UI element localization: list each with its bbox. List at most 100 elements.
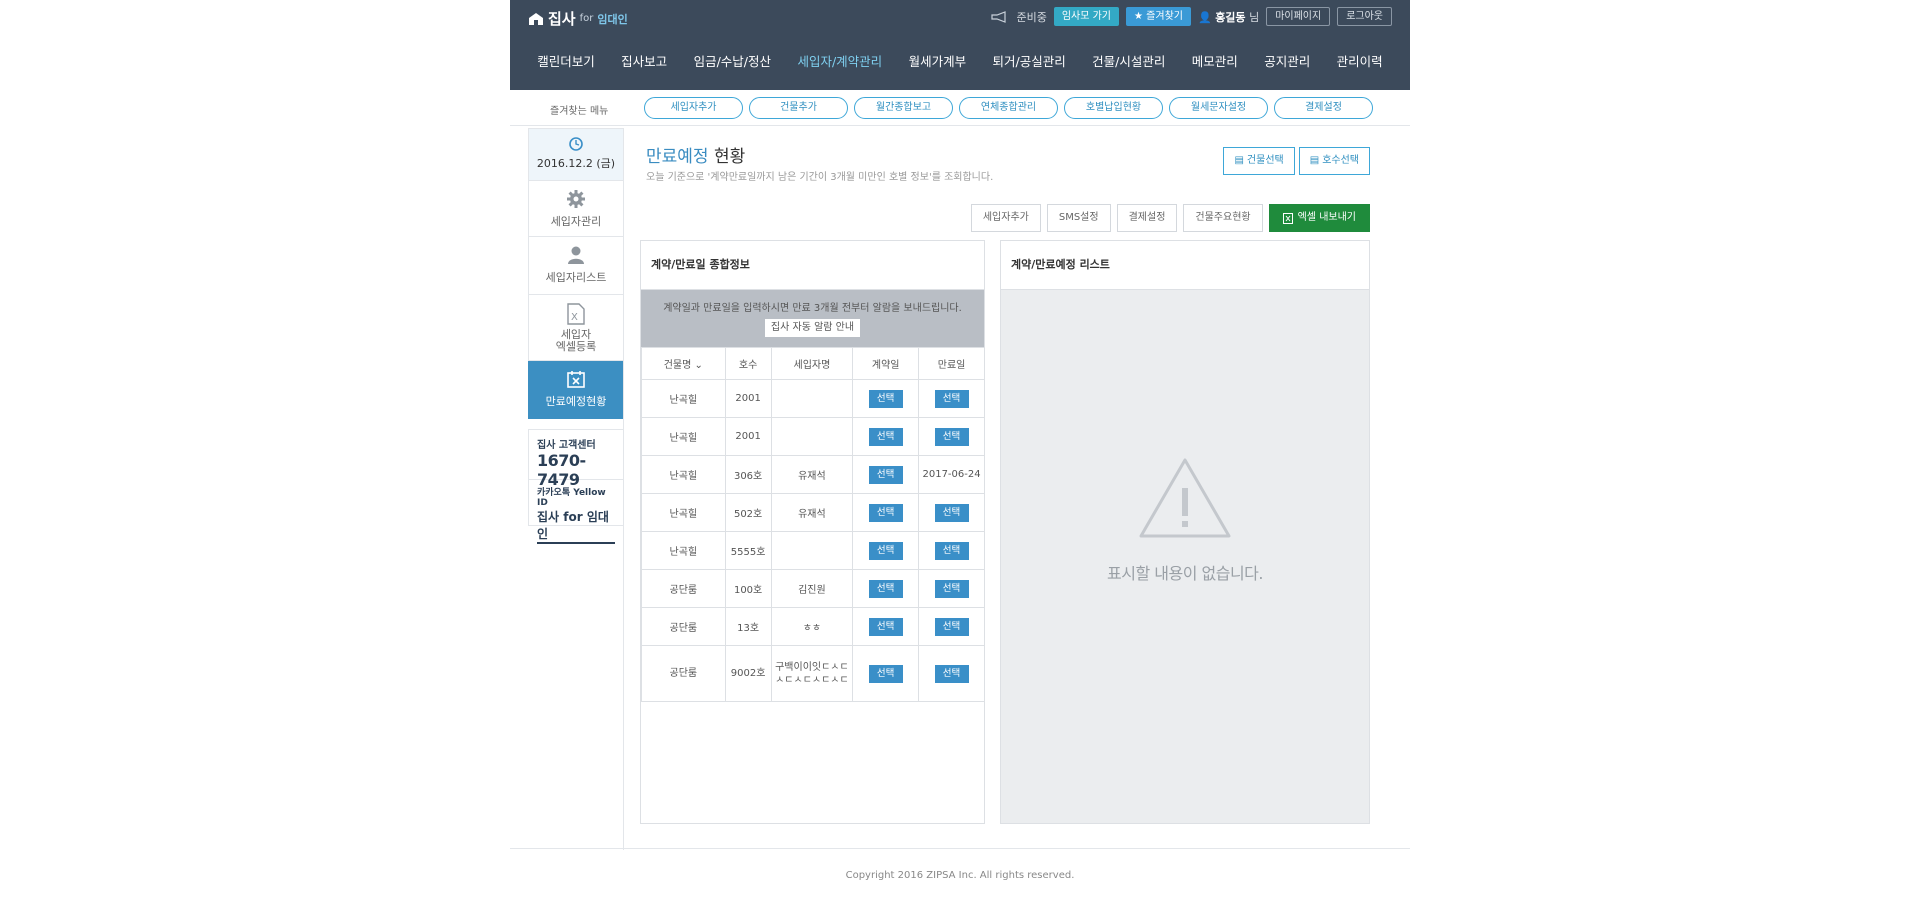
clock-icon [569,137,583,151]
expire-select-button[interactable]: 선택 [934,503,969,522]
cell-expire-date[interactable]: 2017-06-24 [918,455,985,494]
cell-tenant [770,379,854,418]
fav-add-building[interactable]: 건물추가 [749,97,848,119]
nav-building[interactable]: 건물/시설관리 [1092,48,1165,76]
fav-sms-settings[interactable]: 월세문자설정 [1169,97,1268,119]
excel-icon [1282,212,1293,224]
alarm-notice: 계약일과 만료일을 입력하시면 만료 3개월 전부터 알람을 보내드립니다. 집… [641,290,984,347]
empty-state: 표시할 내용이 없습니다. [1001,290,1369,823]
logo[interactable]: 집사 for 임대인 [528,8,628,29]
status-text: 준비중 [1016,10,1047,24]
favorites-bar: 즐겨찾는 메뉴 세입자추가 건물추가 월간종합보고 연체종합관리 호별납입현황 … [510,90,1410,126]
contract-select-button[interactable]: 선택 [868,617,903,636]
nav-history[interactable]: 관리이력 [1337,48,1383,76]
top-bar: 집사 for 임대인 준비중 임사모 가기 ★ 즐겨찾기 👤 홍길동 님 마이페… [510,0,1410,90]
fav-payment-status[interactable]: 호별납입현황 [1064,97,1163,119]
sidebar-item-tenant-list[interactable]: 세입자리스트 [528,237,624,295]
mypage-button[interactable]: 마이페이지 [1266,7,1331,26]
expire-select-button[interactable]: 선택 [934,541,969,560]
billing-settings-button[interactable]: 결제설정 [1116,204,1178,232]
favorite-button[interactable]: ★ 즐겨찾기 [1126,7,1191,26]
expire-select-button[interactable]: 선택 [934,664,969,683]
contract-select-button[interactable]: 선택 [868,427,903,446]
cell-expire: 선택 [918,417,985,456]
cell-building: 난곡힐 [641,493,726,532]
user-icon [568,246,584,264]
kakao-banner[interactable]: 카카오톡 Yellow ID 집사 for 임대인 [529,480,623,544]
fav-monthly-report[interactable]: 월간종합보고 [854,97,953,119]
expiry-list-panel: 계약/만료예정 리스트 표시할 내용이 없습니다. [1000,240,1370,824]
fav-overdue[interactable]: 연체종합관리 [959,97,1058,119]
table-header-row: 건물명 ⌄ 호수 세입자명 계약일 만료일 [641,347,985,380]
contract-select-button[interactable]: 선택 [868,579,903,598]
sidebar-item-excel-register[interactable]: X 세입자 엑셀등록 [528,295,624,361]
gear-icon [567,190,585,208]
sidebar-item-label: 세입자관리 [550,215,602,228]
contract-summary-panel: 계약/만료일 종합정보 계약일과 만료일을 입력하시면 만료 3개월 전부터 알… [640,240,985,824]
alarm-guide-button[interactable]: 집사 자동 알람 안내 [764,319,861,337]
table-row: 난곡힐 306호 유재석 선택 2017-06-24 [641,455,985,494]
page-title: 만료예정 현황 [646,142,745,167]
nav-report[interactable]: 집사보고 [621,48,667,76]
cell-building: 난곡힐 [641,417,726,456]
expire-select-button[interactable]: 선택 [934,389,969,408]
nav-ledger[interactable]: 월세가계부 [909,48,967,76]
contract-select-button[interactable]: 선택 [868,465,903,484]
main-content: 만료예정 현황 오늘 기준으로 '계약만료일까지 남은 기간이 3개월 미만인 … [623,128,1410,850]
nav-tenant-contract[interactable]: 세입자/계약관리 [797,48,882,76]
expire-select-button[interactable]: 선택 [934,427,969,446]
nav-vacancy[interactable]: 퇴거/공실관리 [993,48,1066,76]
goto-community-button[interactable]: 임사모 가기 [1053,7,1120,26]
contract-select-button[interactable]: 선택 [868,541,903,560]
user-icon: 👤 [1197,10,1212,24]
building-select-button[interactable]: ▤ 건물선택 [1223,147,1295,175]
nav-memo[interactable]: 메모관리 [1192,48,1238,76]
column-header-room: 호수 [724,347,772,380]
panel-title: 계약/만료일 종합정보 [641,241,984,290]
room-select-label: 호수선택 [1322,155,1359,166]
customer-center-banner[interactable]: 집사 고객센터 1670-7479 [529,430,623,489]
nav-calendar[interactable]: 캘린더보기 [537,48,595,76]
column-header-building[interactable]: 건물명 ⌄ [641,347,726,380]
sms-settings-button[interactable]: SMS설정 [1046,204,1111,232]
logo-main-text: 집사 [548,10,576,28]
expire-select-button[interactable]: 선택 [934,579,969,598]
nav-payment[interactable]: 임금/수납/정산 [694,48,771,76]
cell-room: 100호 [724,569,772,608]
kakao-name: 집사 for 임대인 [537,508,615,544]
cell-tenant: 유재석 [770,493,854,532]
cell-room: 502호 [724,493,772,532]
cell-room: 306호 [724,455,772,494]
add-tenant-button[interactable]: 세입자추가 [970,204,1041,232]
room-select-button[interactable]: ▤ 호수선택 [1298,147,1370,175]
cell-contract: 선택 [852,531,920,570]
page-subtitle: 오늘 기준으로 '계약만료일까지 남은 기간이 3개월 미만인 호별 정보'를 … [646,172,994,183]
excel-export-label: 엑셀 내보내기 [1297,212,1356,223]
excel-export-button[interactable]: 엑셀 내보내기 [1268,204,1370,232]
building-status-button[interactable]: 건물주요현황 [1183,204,1263,232]
svg-text:X: X [571,312,578,323]
cell-contract: 선택 [852,379,920,418]
cell-contract: 선택 [852,607,920,646]
sidebar-item-tenant-manage[interactable]: 세입자관리 [528,181,624,237]
utility-bar: 준비중 임사모 가기 ★ 즐겨찾기 👤 홍길동 님 마이페이지 로그아웃 [991,7,1392,26]
cell-contract: 선택 [852,569,920,608]
action-buttons: 세입자추가 SMS설정 결제설정 건물주요현황 엑셀 내보내기 [970,204,1370,232]
cell-contract: 선택 [852,455,920,494]
fav-add-tenant[interactable]: 세입자추가 [644,97,743,119]
sidebar-item-expiry-status[interactable]: 만료예정현황 [528,361,624,419]
logout-button[interactable]: 로그아웃 [1337,7,1392,26]
chevron-down-icon: ⌄ [694,360,703,371]
expire-select-button[interactable]: 선택 [934,617,969,636]
cell-room: 2001 [724,417,772,456]
cell-building: 공단룸 [641,607,726,646]
page-title-rest: 현황 [713,147,746,167]
sidebar: 2016.12.2 (금) 세입자관리 세입자리스트 X 세입자 엑셀등록 만료… [528,128,624,544]
contract-select-button[interactable]: 선택 [868,503,903,522]
fav-billing[interactable]: 결제설정 [1274,97,1373,119]
cell-room: 9002호 [724,645,772,702]
contract-select-button[interactable]: 선택 [868,389,903,408]
contract-select-button[interactable]: 선택 [868,664,903,683]
nav-notice[interactable]: 공지관리 [1264,48,1310,76]
sidebar-item-label: 만료예정현황 [545,395,607,408]
